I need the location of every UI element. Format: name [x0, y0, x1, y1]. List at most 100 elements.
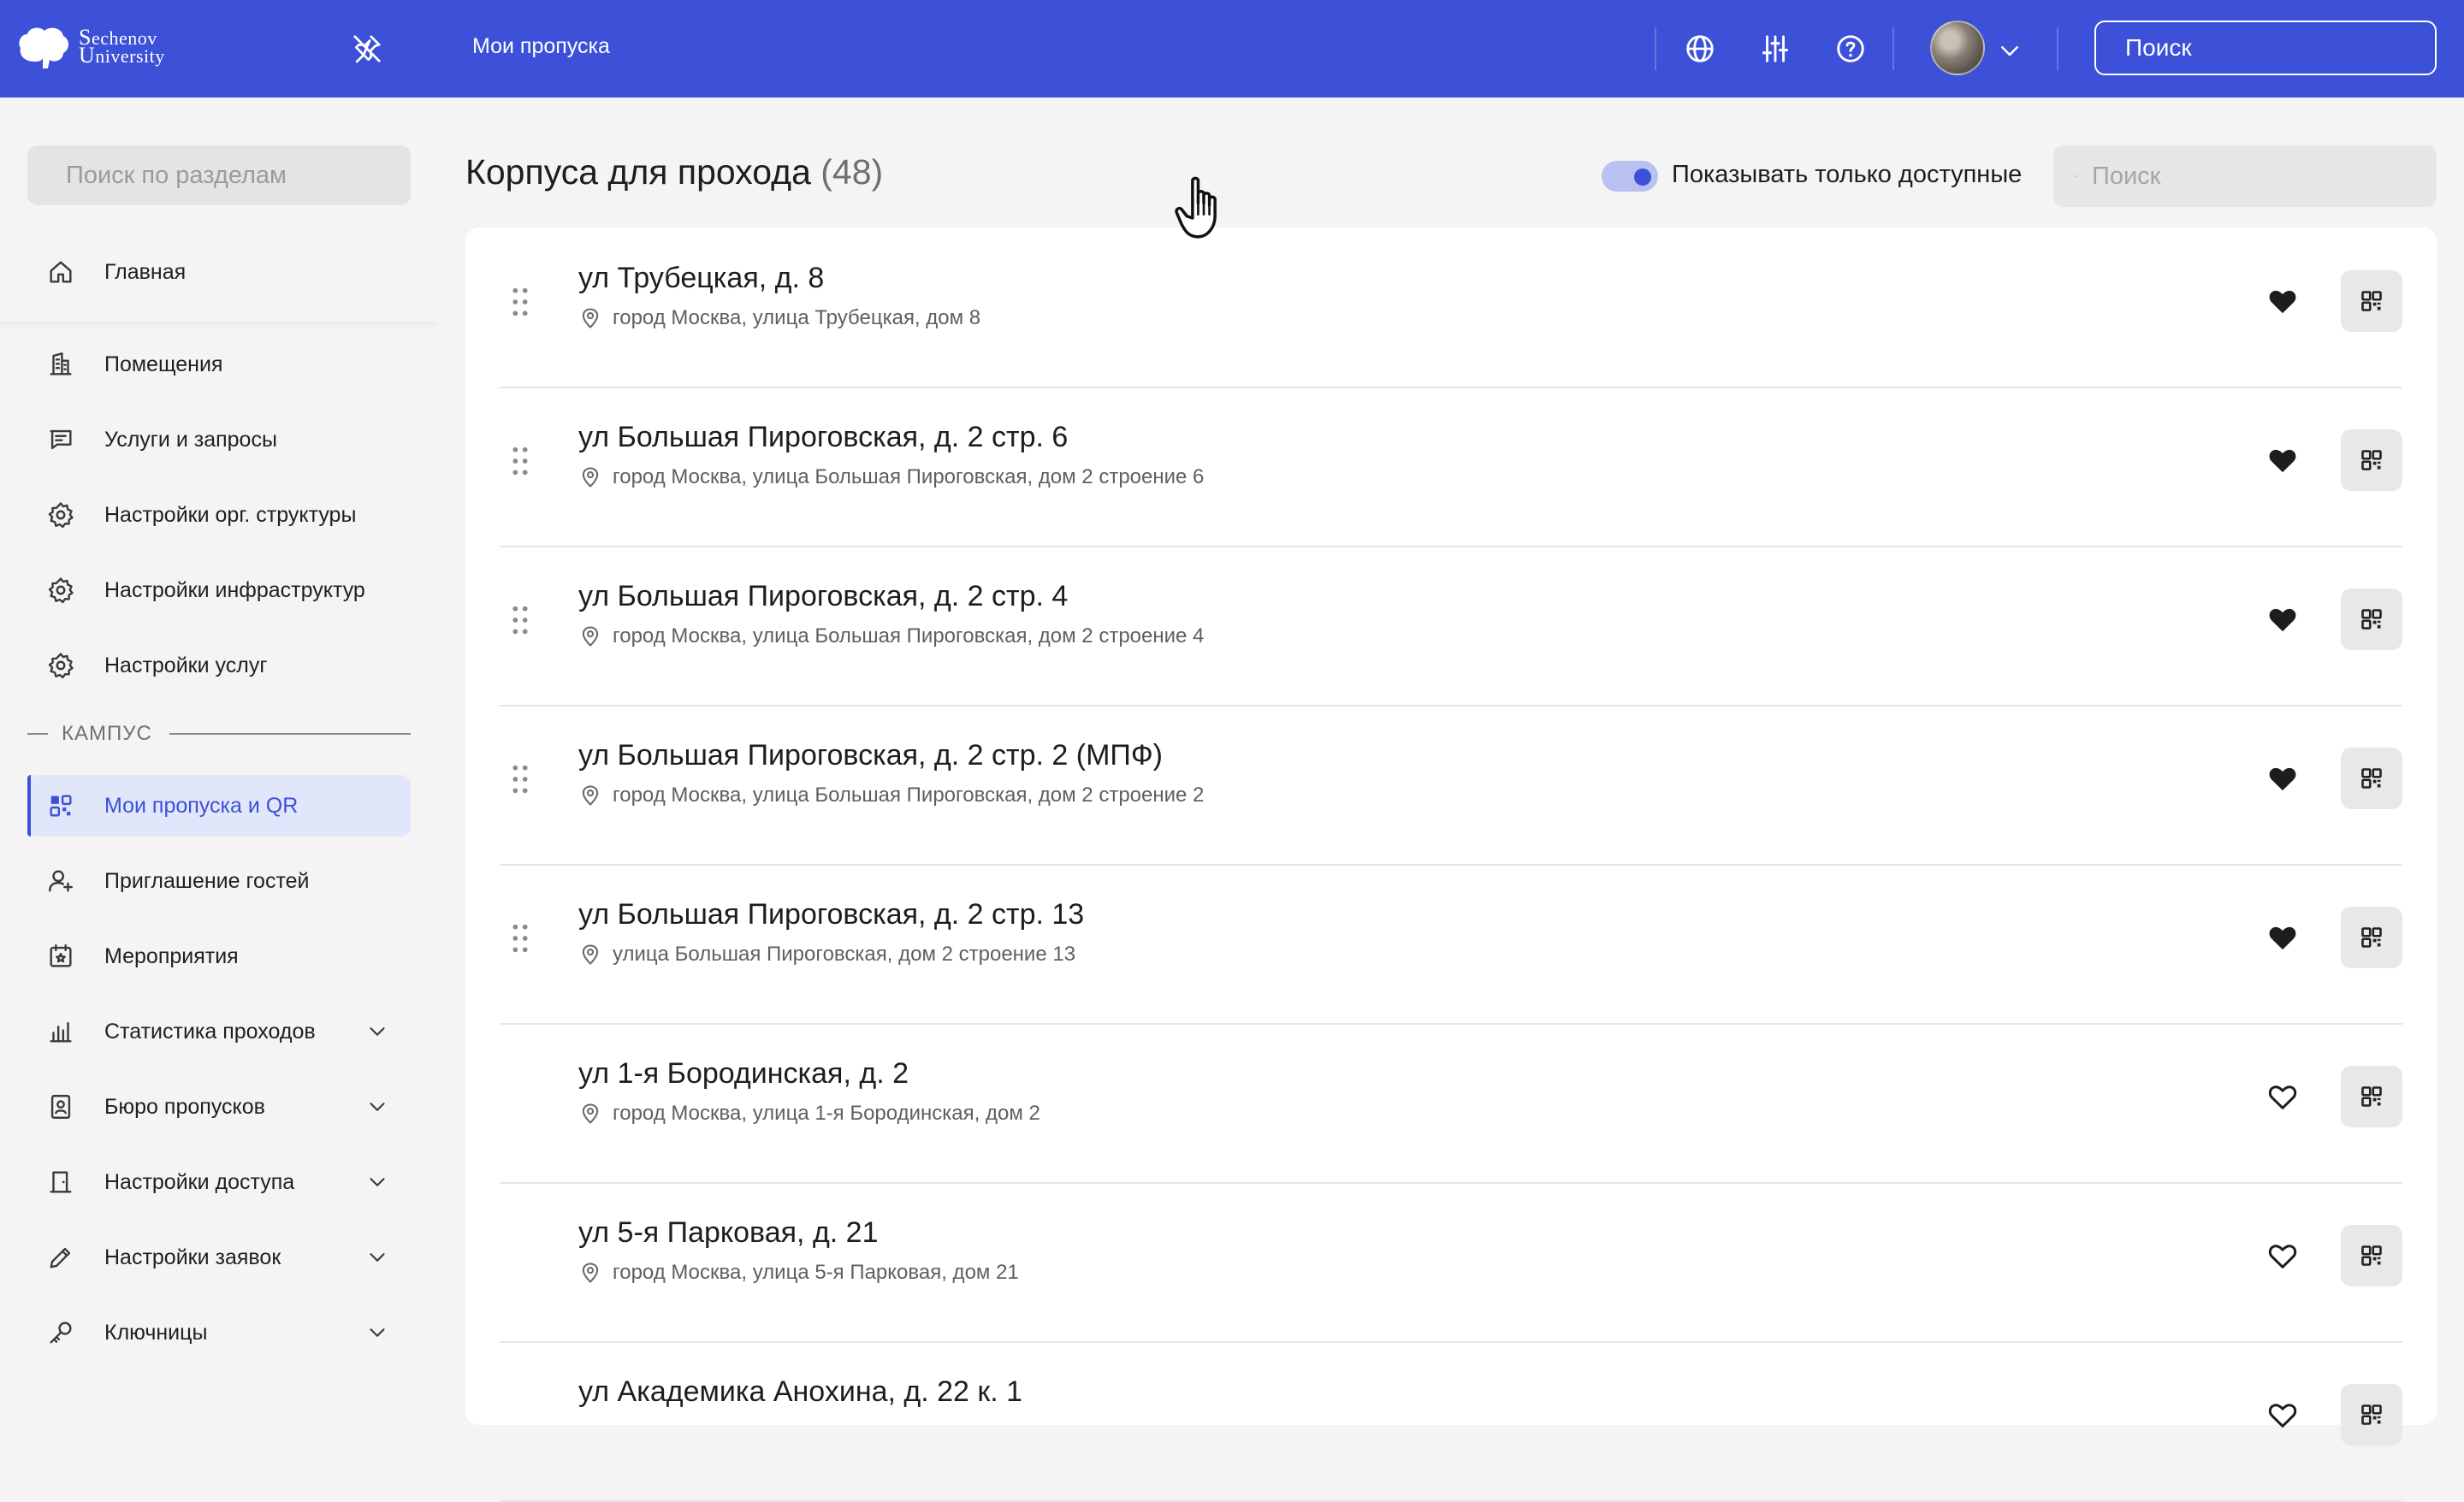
building-title[interactable]: ул Большая Пироговская, д. 2 стр. 2 (МПФ…	[578, 739, 1163, 772]
location-pin-icon	[582, 1263, 599, 1283]
heart-filled-icon[interactable]	[2266, 761, 2300, 795]
global-search-input[interactable]	[2123, 33, 2436, 62]
drag-handle-icon[interactable]	[510, 604, 530, 636]
show-qr-button[interactable]	[2341, 1384, 2402, 1446]
qr-icon	[2361, 927, 2382, 948]
show-qr-button[interactable]	[2341, 748, 2402, 809]
global-search[interactable]	[2094, 21, 2437, 75]
building-row[interactable]: ул 1-я Бородинская, д. 2 город Москва, у…	[500, 1023, 2402, 1184]
building-address: улица Большая Пироговская, дом 2 строени…	[578, 943, 1075, 967]
building-row[interactable]: ул Большая Пироговская, д. 2 стр. 4 горо…	[500, 546, 2402, 707]
drag-handle-icon[interactable]	[510, 445, 530, 477]
building-row[interactable]: ул Трубецкая, д. 8 город Москва, улица Т…	[500, 228, 2402, 388]
unpin-sidebar-icon[interactable]	[351, 33, 383, 65]
sidebar-item[interactable]: Бюро пропусков	[27, 1076, 411, 1138]
location-pin-icon	[582, 1103, 599, 1124]
sidebar-item[interactable]: Главная	[27, 241, 411, 303]
sidebar-item[interactable]: Настройки инфраструктур	[27, 559, 411, 621]
location-pin-icon	[582, 785, 599, 806]
sidebar-item[interactable]: Настройки услуг	[27, 635, 411, 696]
show-qr-button[interactable]	[2341, 429, 2402, 491]
building-title[interactable]: ул Большая Пироговская, д. 2 стр. 4	[578, 580, 1068, 613]
qr-icon	[2361, 1245, 2382, 1266]
building-address-text: город Москва, улица Трубецкая, дом 8	[613, 306, 981, 329]
sidebar-item-label: Настройки заявок	[104, 1245, 281, 1269]
building-title[interactable]: ул Академика Анохина, д. 22 к. 1	[578, 1375, 1022, 1409]
gear-icon	[46, 651, 75, 680]
show-qr-button[interactable]	[2341, 270, 2402, 332]
chevron-down-icon[interactable]	[1997, 38, 2023, 63]
sidebar-item[interactable]: Мои пропуска и QR	[27, 775, 411, 837]
sidebar-item[interactable]: Мероприятия	[27, 925, 411, 987]
location-pin-icon	[582, 626, 599, 647]
heart-filled-icon[interactable]	[2266, 602, 2300, 636]
building-address-text: город Москва, улица Большая Пироговская,…	[613, 465, 1205, 488]
sidebar-item-label: Бюро пропусков	[104, 1094, 265, 1119]
sliders-icon[interactable]	[1759, 33, 1792, 65]
toggle-knob	[1634, 169, 1651, 186]
building-icon	[46, 350, 75, 379]
calendar-star-icon	[46, 942, 75, 971]
sidebar-item[interactable]: Настройки орг. структуры	[27, 484, 411, 546]
sidebar-item[interactable]: Помещения	[27, 334, 411, 395]
building-title[interactable]: ул Большая Пироговская, д. 2 стр. 6	[578, 421, 1068, 454]
qr-icon	[46, 791, 75, 820]
show-qr-button[interactable]	[2341, 907, 2402, 968]
drag-handle-icon[interactable]	[510, 922, 530, 955]
sidebar-item[interactable]: Статистика проходов	[27, 1001, 411, 1062]
building-title[interactable]: ул Трубецкая, д. 8	[578, 262, 824, 295]
building-row[interactable]: ул Большая Пироговская, д. 2 стр. 2 (МПФ…	[500, 705, 2402, 866]
building-row[interactable]: ул Большая Пироговская, д. 2 стр. 13 ули…	[500, 864, 2402, 1025]
sidebar-search-input[interactable]	[64, 160, 390, 191]
available-only-toggle[interactable]	[1602, 161, 1658, 192]
buildings-search-input[interactable]	[2090, 161, 2416, 192]
chevron-down-icon[interactable]	[364, 1245, 390, 1270]
buildings-search[interactable]	[2053, 145, 2437, 207]
sidebar-item[interactable]: Услуги и запросы	[27, 409, 411, 470]
sidebar-search[interactable]	[27, 145, 411, 205]
sidebar-item-label: Настройки услуг	[104, 653, 268, 677]
breadcrumb[interactable]: Мои пропуска	[472, 34, 610, 59]
logo-line2: University	[79, 43, 165, 68]
location-pin-icon	[582, 308, 599, 328]
sidebar-item[interactable]: Настройки заявок	[27, 1227, 411, 1288]
toggle-label[interactable]: Показывать только доступные	[1672, 161, 2022, 189]
building-row[interactable]: ул Академика Анохина, д. 22 к. 1	[500, 1341, 2402, 1502]
chevron-down-icon[interactable]	[364, 1320, 390, 1345]
building-row[interactable]: ул 5-я Парковая, д. 21 город Москва, ули…	[500, 1182, 2402, 1343]
drag-handle-icon[interactable]	[510, 286, 530, 318]
globe-icon[interactable]	[1684, 33, 1716, 65]
heart-outline-icon[interactable]	[2266, 1398, 2300, 1432]
building-address-text: улица Большая Пироговская, дом 2 строени…	[613, 943, 1076, 966]
sidebar-item[interactable]: Ключницы	[27, 1302, 411, 1363]
show-qr-button[interactable]	[2341, 588, 2402, 650]
qr-icon	[2361, 1404, 2382, 1425]
pencil-icon	[46, 1243, 75, 1272]
heart-filled-icon[interactable]	[2266, 920, 2300, 955]
heart-outline-icon[interactable]	[2266, 1079, 2300, 1114]
heart-outline-icon[interactable]	[2266, 1239, 2300, 1273]
user-add-icon	[46, 866, 75, 896]
sidebar-item[interactable]: Приглашение гостей	[27, 850, 411, 912]
university-logo[interactable]: Sechenov University	[17, 24, 165, 70]
building-address-text: город Москва, улица Большая Пироговская,…	[613, 624, 1205, 648]
show-qr-button[interactable]	[2341, 1066, 2402, 1127]
sidebar-item-label: Услуги и запросы	[104, 427, 277, 452]
heart-filled-icon[interactable]	[2266, 284, 2300, 318]
drag-handle-icon[interactable]	[510, 763, 530, 795]
building-row[interactable]: ул Большая Пироговская, д. 2 стр. 6 горо…	[500, 387, 2402, 547]
building-title[interactable]: ул Большая Пироговская, д. 2 стр. 13	[578, 898, 1084, 931]
show-qr-button[interactable]	[2341, 1225, 2402, 1286]
help-icon[interactable]	[1834, 33, 1867, 65]
building-title[interactable]: ул 1-я Бородинская, д. 2	[578, 1057, 909, 1091]
door-icon	[46, 1168, 75, 1197]
building-title[interactable]: ул 5-я Парковая, д. 21	[578, 1216, 879, 1250]
sidebar-item-label: Главная	[104, 259, 187, 284]
chevron-down-icon[interactable]	[364, 1094, 390, 1120]
chevron-down-icon[interactable]	[364, 1019, 390, 1044]
chevron-down-icon[interactable]	[364, 1169, 390, 1195]
page-title-count: (48)	[820, 152, 884, 192]
user-avatar[interactable]	[1930, 21, 1985, 75]
sidebar-item[interactable]: Настройки доступа	[27, 1151, 411, 1213]
heart-filled-icon[interactable]	[2266, 443, 2300, 477]
